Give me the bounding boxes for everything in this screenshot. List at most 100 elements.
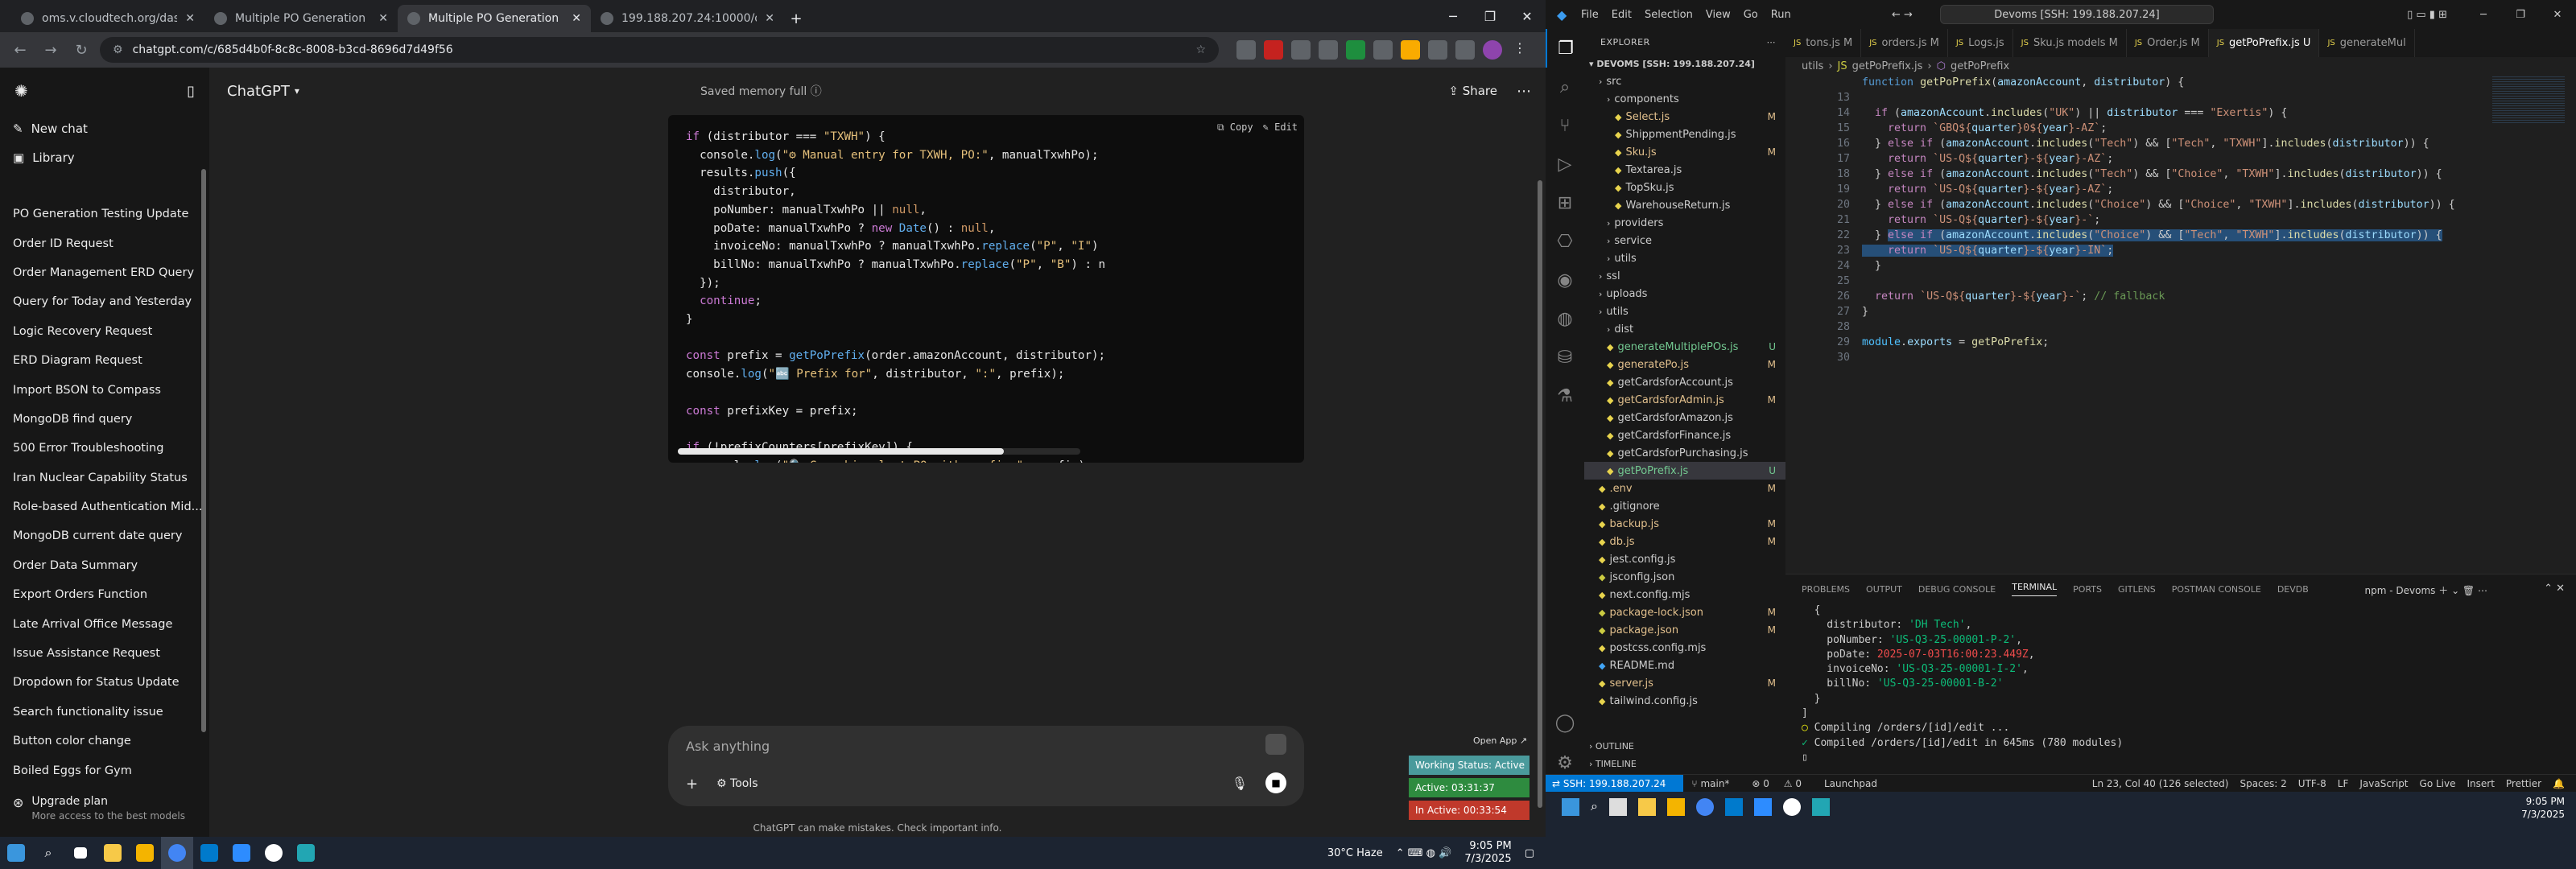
extension-icon[interactable]	[1264, 40, 1283, 60]
file-item[interactable]: ◆ backup.js M	[1584, 515, 1785, 533]
close-icon[interactable]: ✕	[765, 12, 774, 25]
insert-mode[interactable]: Insert	[2467, 778, 2494, 789]
zoom-icon[interactable]	[1753, 798, 1772, 816]
menu-item[interactable]: Go	[1744, 9, 1758, 21]
edit-button[interactable]: ✎ Edit	[1263, 121, 1298, 134]
notifications-icon[interactable]: 🔔	[2553, 778, 2565, 789]
breadcrumb-item[interactable]: getPoPrefix.js	[1852, 60, 1923, 72]
profile-avatar[interactable]	[1483, 40, 1502, 60]
source-control-icon[interactable]: ⑂	[1546, 106, 1584, 145]
chat-history-item[interactable]: ERD Diagram Request	[0, 346, 209, 375]
editor-tab[interactable]: JS Logs.js	[1948, 29, 2013, 57]
task-view-icon[interactable]	[1608, 798, 1627, 816]
chrome-icon[interactable]	[161, 837, 193, 869]
chat-history-item[interactable]: Iran Nuclear Capability Status	[0, 463, 209, 492]
upgrade-plan-button[interactable]: ⊛ Upgrade plan More access to the best mo…	[0, 787, 209, 837]
forward-icon[interactable]: →	[39, 38, 63, 62]
command-center-search[interactable]: Devoms [SSH: 199.188.207.24]	[1940, 5, 2214, 24]
more-icon[interactable]: ⋯	[1767, 37, 1777, 47]
extension-icon[interactable]	[1428, 40, 1447, 60]
tray-icons[interactable]: ⌃ ⌨ ◍ 🔊	[1396, 847, 1452, 859]
chat-input[interactable]: Ask anything	[686, 739, 770, 754]
chat-history-item[interactable]: 500 Error Troubleshooting	[0, 434, 209, 463]
extension-icon[interactable]	[1346, 40, 1365, 60]
file-item[interactable]: ◆ server.js M	[1584, 674, 1785, 692]
file-item[interactable]: ◆ WarehouseReturn.js	[1584, 196, 1785, 214]
model-selector[interactable]: ChatGPT	[227, 83, 290, 100]
windows-start-icon[interactable]	[0, 837, 32, 869]
folder-item[interactable]: › utils	[1584, 249, 1785, 267]
bookmark-star-icon[interactable]: ☆	[1195, 43, 1206, 56]
testing-icon[interactable]: ⚗	[1546, 377, 1584, 415]
vscode-icon[interactable]	[1724, 798, 1743, 816]
menu-item[interactable]: View	[1706, 9, 1731, 21]
chat-history-item[interactable]: Role-based Authentication Mid...	[0, 492, 209, 521]
weather-widget[interactable]: 30°C Haze	[1327, 847, 1383, 859]
chat-history-item[interactable]: Logic Recovery Request	[0, 317, 209, 346]
folder-item[interactable]: › providers	[1584, 214, 1785, 232]
menu-item[interactable]: File	[1581, 9, 1599, 21]
panel-close-icon[interactable]: ⌃ ✕	[2544, 583, 2565, 595]
postman-icon[interactable]: ◍	[1546, 299, 1584, 338]
task-view-icon[interactable]	[64, 837, 97, 869]
file-item[interactable]: ◆ generatePo.js M	[1584, 356, 1785, 373]
panel-tab[interactable]: PORTS	[2073, 584, 2102, 595]
app-icon[interactable]	[258, 837, 290, 869]
close-icon[interactable]: ✕	[185, 12, 195, 25]
file-explorer-icon[interactable]	[1637, 798, 1656, 816]
chat-history-item[interactable]: Export Orders Function	[0, 580, 209, 609]
image-icon[interactable]	[1265, 734, 1286, 755]
file-item[interactable]: ◆ package.json M	[1584, 621, 1785, 639]
extensions-icon[interactable]: ⊞	[1546, 183, 1584, 222]
menu-item[interactable]: Run	[1771, 9, 1791, 21]
cursor-position[interactable]: Ln 23, Col 40 (126 selected)	[2092, 778, 2229, 789]
editor-tab[interactable]: JS Sku.js models M	[2013, 29, 2127, 57]
restore-icon[interactable]: ❐	[1472, 0, 1509, 32]
file-item[interactable]: ◆ README.md	[1584, 657, 1785, 674]
chat-history-item[interactable]: Query for Today and Yesterday	[0, 287, 209, 316]
minimize-icon[interactable]: ─	[1435, 0, 1472, 32]
file-item[interactable]: ◆ Select.js M	[1584, 108, 1785, 126]
share-button[interactable]: ⇪ Share	[1448, 84, 1497, 98]
panel-tab[interactable]: TERMINAL	[2012, 582, 2058, 596]
file-item[interactable]: ◆ .gitignore	[1584, 497, 1785, 515]
panel-tab[interactable]: PROBLEMS	[1802, 584, 1850, 595]
file-item[interactable]: ◆ getCardsforFinance.js	[1584, 426, 1785, 444]
site-info-icon[interactable]: ⚙	[113, 43, 123, 56]
open-app-button[interactable]: Open App ↗	[1473, 735, 1527, 746]
file-item[interactable]: ◆ getCardsforAccount.js	[1584, 373, 1785, 391]
layout-icons[interactable]: ▯ ▭ ▮ ⊞	[2407, 9, 2447, 21]
store-icon[interactable]	[129, 837, 161, 869]
notification-icon[interactable]: ▢	[1525, 847, 1534, 859]
new-tab-button[interactable]: +	[784, 6, 808, 31]
minimize-icon[interactable]: ─	[2465, 9, 2502, 21]
code-horizontal-scrollbar[interactable]	[678, 448, 1080, 455]
extension-icon[interactable]	[1319, 40, 1338, 60]
search-icon[interactable]: ⌕	[32, 837, 64, 869]
folder-item[interactable]: › uploads	[1584, 285, 1785, 303]
account-icon[interactable]: ◯	[1546, 703, 1584, 742]
panel-tab[interactable]: GITLENS	[2118, 584, 2156, 595]
nav-back-icon[interactable]: ← →	[1892, 9, 1913, 21]
app-icon[interactable]	[1782, 798, 1801, 816]
browser-tab-po-2[interactable]: Multiple PO Generation ✕	[398, 5, 591, 32]
panel-tab[interactable]: OUTPUT	[1866, 584, 1902, 595]
folder-item[interactable]: › service	[1584, 232, 1785, 249]
launchpad-button[interactable]: Launchpad	[1824, 778, 1889, 789]
voice-mode-button[interactable]: ■	[1265, 772, 1286, 793]
file-item[interactable]: ◆ TopSku.js	[1584, 179, 1785, 196]
windows-start-icon[interactable]	[1562, 798, 1579, 816]
editor-tab[interactable]: JS Order.js M	[2127, 29, 2209, 57]
search-icon[interactable]: ⌕	[1591, 798, 1598, 816]
minimap[interactable]	[2492, 75, 2565, 123]
sidebar-scrollbar[interactable]	[201, 169, 206, 732]
more-options-icon[interactable]: ⋯	[1517, 83, 1531, 100]
chat-history-item[interactable]: Order Data Summary	[0, 551, 209, 580]
back-icon[interactable]: ←	[8, 38, 32, 62]
address-bar[interactable]: ⚙ chatgpt.com/c/685d4b0f-8c8c-8008-b3cd-8…	[100, 37, 1219, 63]
folder-item[interactable]: › src	[1584, 72, 1785, 90]
file-item[interactable]: ◆ next.config.mjs	[1584, 586, 1785, 603]
terminal-selector[interactable]: npm - Devoms ＋ ⌄ 🗑 ⋯	[2365, 583, 2487, 597]
extensions-puzzle-icon[interactable]	[1455, 40, 1475, 60]
panel-tab[interactable]: DEVDB	[2277, 584, 2309, 595]
